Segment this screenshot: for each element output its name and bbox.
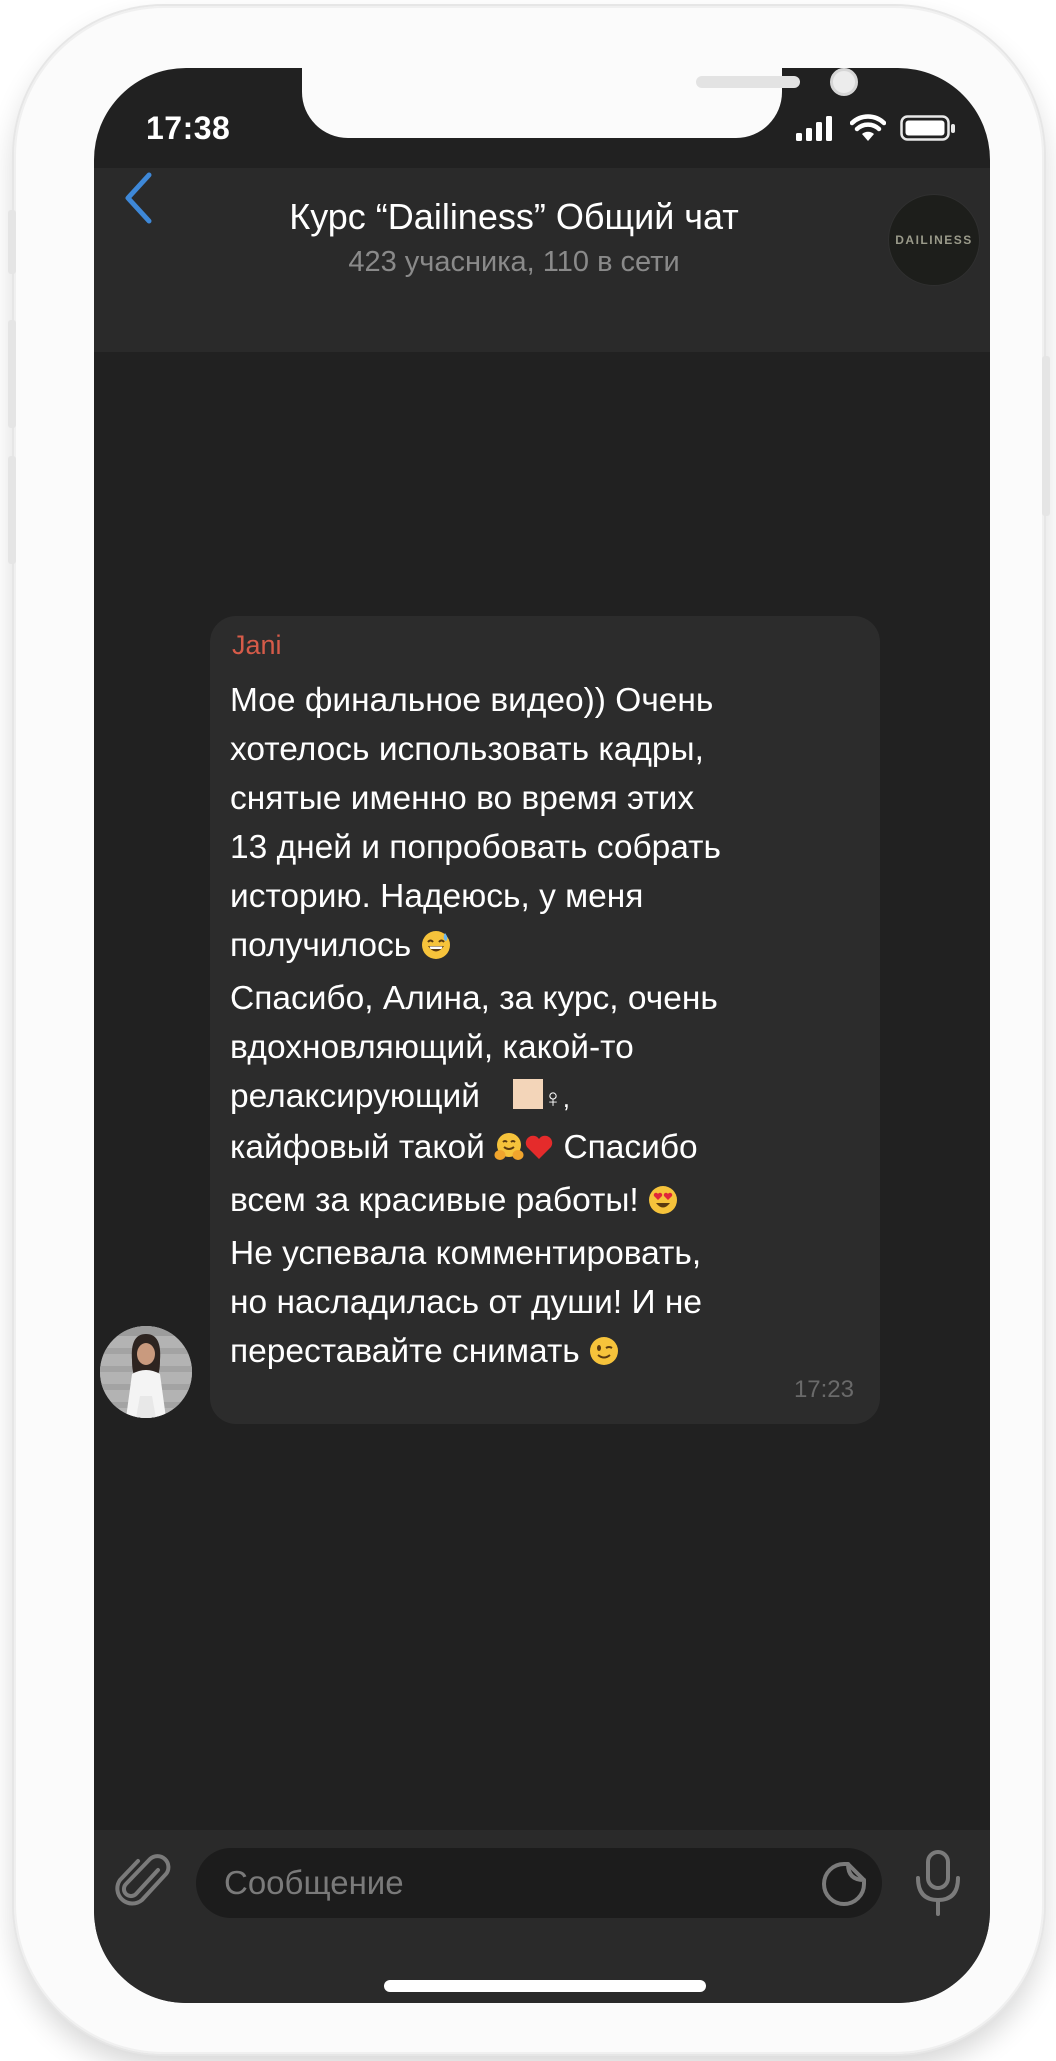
sticker-button[interactable] — [820, 1860, 868, 1908]
message-line: вдохновляющий, какой-то — [230, 1023, 870, 1072]
message-sender-name[interactable]: Jani — [232, 630, 282, 661]
chat-title[interactable]: Курс “Dailiness” Общий чат — [214, 196, 814, 238]
sender-avatar[interactable] — [100, 1326, 192, 1418]
winking-face-emoji-icon — [589, 1331, 619, 1380]
message-line-text: но насладилась от души! И не — [230, 1284, 703, 1321]
message-line: историю. Надеюсь, у меня — [230, 872, 870, 921]
battery-icon — [900, 114, 956, 147]
message-text: Мое финальное видео)) Очень хотелось исп… — [230, 676, 870, 1380]
phone-frame: 17:38 Курс “Dailiness” Общий чат 423 уча… — [8, 6, 1050, 2054]
hugging-face-emoji-icon — [494, 1127, 524, 1176]
message-timestamp: 17:23 — [793, 1376, 854, 1403]
message-line-text: Спасибо, Алина, за курс, очень — [230, 980, 718, 1017]
message-line: Не успевала комментировать, — [230, 1229, 870, 1278]
chevron-left-icon — [123, 172, 153, 229]
chat-area[interactable]: Jani Мое финальное видео)) Очень хотелос… — [94, 352, 990, 1886]
message-line: но насладилась от души! И не — [230, 1278, 870, 1327]
message-line: получилось — [230, 921, 870, 974]
heart-eyes-emoji-icon — [648, 1180, 678, 1229]
paperclip-icon — [114, 1854, 174, 1918]
group-avatar-text: DAILINESS — [895, 233, 973, 247]
message-line: Спасибо, Алина, за курс, очень — [230, 974, 870, 1023]
message-input[interactable] — [224, 1848, 784, 1918]
message-line: релаксирующий ♀, — [230, 1072, 870, 1123]
message-input-bar — [94, 1830, 990, 2003]
back-button[interactable] — [108, 160, 168, 240]
message-line-text: Не успевала комментировать, — [230, 1235, 702, 1272]
skin-tone-swatch-icon — [513, 1074, 544, 1123]
red-heart-emoji-icon — [524, 1127, 554, 1176]
wifi-icon — [849, 114, 887, 147]
message-line-text: Мое финальное видео)) Очень — [230, 682, 714, 719]
message-line: хотелось использовать кадры, — [230, 725, 870, 774]
message-line: снятые именно во время этих — [230, 774, 870, 823]
message-line: кайфовый такой Спасибо — [230, 1123, 870, 1176]
phone-screen: 17:38 Курс “Dailiness” Общий чат 423 уча… — [94, 68, 990, 2003]
message-field[interactable] — [196, 1848, 882, 1918]
message-line-text: кайфовый такой — [230, 1129, 485, 1166]
message-line-text: снятые именно во время этих — [230, 780, 695, 817]
group-avatar[interactable]: DAILINESS — [888, 194, 980, 286]
message-line-text: релаксирующий — [230, 1078, 480, 1115]
side-button-volume-down — [8, 456, 16, 564]
front-camera — [830, 68, 858, 96]
message-line-text: Спасибо — [563, 1129, 698, 1166]
status-time: 17:38 — [146, 110, 231, 146]
message-line-text: всем за красивые работы! — [230, 1182, 639, 1219]
message-line-text: хотелось использовать кадры, — [230, 731, 704, 768]
message-bubble[interactable]: Jani Мое финальное видео)) Очень хотелос… — [210, 616, 880, 1424]
message-line-text: ♀, — [543, 1083, 570, 1113]
message-line-text: историю. Надеюсь, у меня — [230, 878, 644, 915]
earpiece-speaker — [696, 76, 800, 88]
grinning-sweat-emoji-icon — [421, 925, 451, 974]
message-line: 13 дней и попробовать собрать — [230, 823, 870, 872]
message-line-text: переставайте снимать — [230, 1333, 580, 1370]
side-button-mute — [8, 210, 16, 274]
signal-icon — [796, 115, 836, 146]
status-icons — [796, 114, 956, 147]
side-button-volume-up — [8, 320, 16, 428]
message-line-text: вдохновляющий, какой-то — [230, 1029, 634, 1066]
attach-button[interactable] — [114, 1850, 174, 1914]
message-line-text: 13 дней и попробовать собрать — [230, 829, 721, 866]
message-line: Мое финальное видео)) Очень — [230, 676, 870, 725]
microphone-icon — [910, 1850, 966, 1922]
message-line: всем за красивые работы! — [230, 1176, 870, 1229]
sticker-icon — [820, 1862, 868, 1912]
message-line: переставайте снимать — [230, 1327, 870, 1380]
side-button-power — [1042, 356, 1050, 516]
home-indicator[interactable] — [384, 1980, 706, 1992]
chat-subtitle: 423 учасника, 110 в сети — [348, 246, 680, 278]
message-line-text: получилось — [230, 927, 412, 964]
notch — [302, 68, 858, 138]
microphone-button[interactable] — [910, 1848, 966, 1918]
